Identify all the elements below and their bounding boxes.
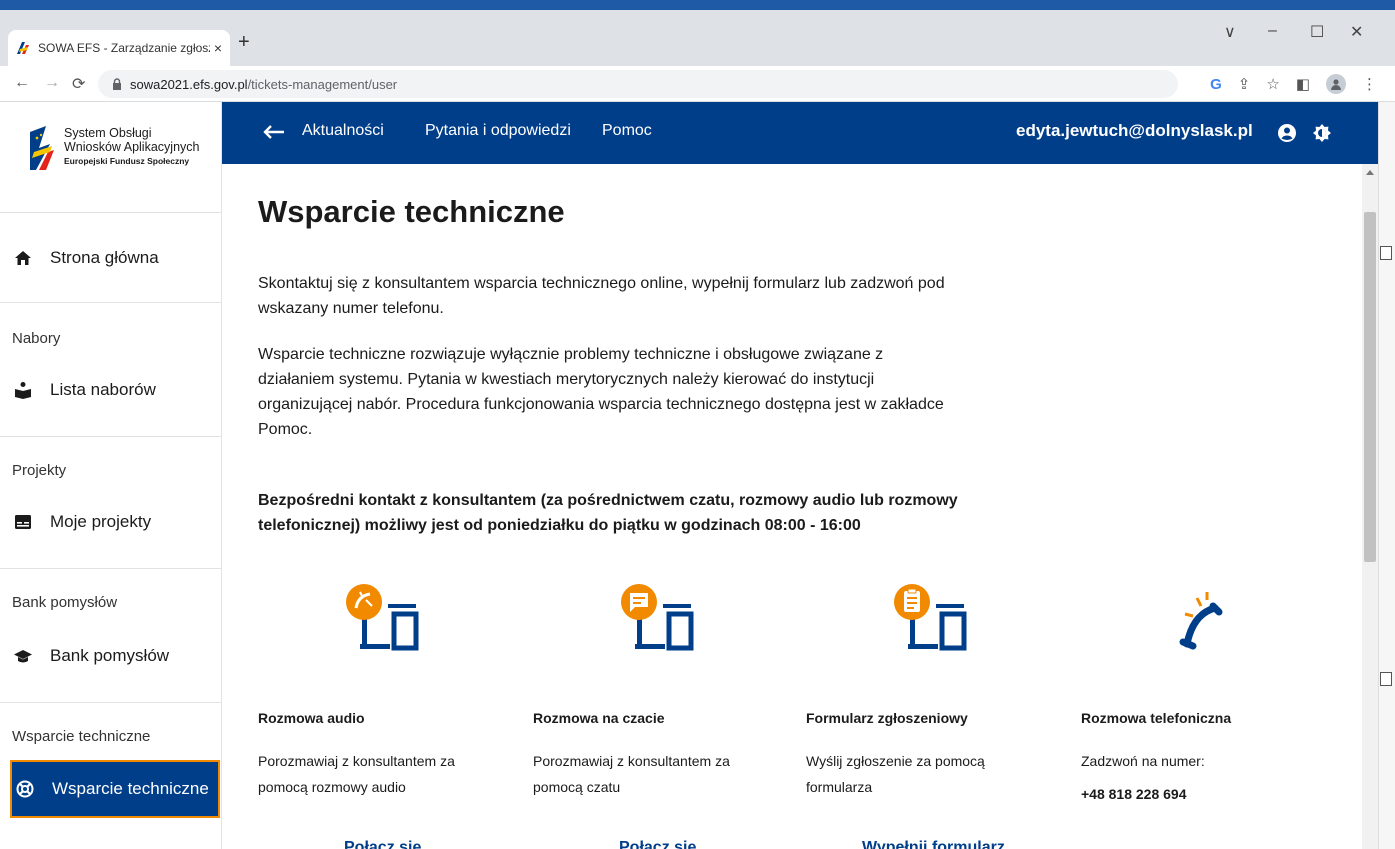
audio-connect-link[interactable]: Połącz się	[344, 839, 421, 849]
user-account-icon[interactable]	[1277, 123, 1297, 143]
scroll-up-icon[interactable]	[1366, 170, 1374, 175]
header-link-faq[interactable]: Pytania i odpowiedzi	[425, 122, 571, 140]
projects-icon	[15, 515, 31, 529]
google-lens-icon[interactable]: G	[1210, 76, 1222, 93]
header-link-aktualnosci[interactable]: Aktualności	[302, 122, 384, 140]
minimize-icon[interactable]: –	[1268, 22, 1277, 40]
sidebar-item-bank-pomyslow[interactable]: Bank pomysłów	[10, 634, 220, 678]
site-favicon-icon	[16, 41, 30, 55]
sidebar-divider	[0, 212, 222, 213]
channel-description: Porozmawiaj z konsultantem za pomocą cza…	[533, 753, 730, 795]
channel-title: Rozmowa na czacie	[533, 710, 665, 726]
sidebar-item-label: Moje projekty	[50, 512, 152, 531]
url-host: sowa2021.efs.gov.pl	[130, 76, 248, 92]
channel-title: Rozmowa audio	[258, 710, 365, 726]
support-phone-number[interactable]: +48 818 228 694	[1081, 786, 1187, 802]
logo-text: System Obsługi Wniosków Aplikacyjnych Eu…	[64, 126, 199, 168]
back-icon[interactable]: ←	[14, 74, 30, 92]
hours-paragraph: Bezpośredni kontakt z konsultantem (za p…	[258, 492, 958, 534]
forward-icon[interactable]: →	[44, 74, 60, 92]
efs-logo-icon	[30, 126, 54, 170]
share-icon[interactable]: ⇪	[1238, 75, 1251, 93]
url-path: /tickets-management/user	[247, 76, 398, 92]
tab-search-icon[interactable]: ∨	[1224, 22, 1236, 42]
scroll-thumb[interactable]	[1364, 212, 1376, 562]
sidebar-item-home[interactable]: Strona główna	[10, 236, 220, 280]
channel-description: Wyślij zgłoszenie za pomocą formularza	[806, 753, 985, 795]
section-label-projekty: Projekty	[12, 462, 67, 479]
phone-icon	[1179, 592, 1223, 650]
edge-scroll-up-icon[interactable]	[1380, 246, 1392, 260]
sidebar-item-wsparcie-techniczne[interactable]: Wsparcie techniczne	[10, 760, 220, 818]
logo-line-3: Europejski Fundusz Społeczny	[64, 156, 190, 166]
page-scrollbar[interactable]	[1362, 164, 1378, 849]
browser-tab-bar: SOWA EFS - Zarządzanie zgłoszeniami × + …	[0, 10, 1395, 66]
section-label-wsparcie-techniczne: Wsparcie techniczne	[12, 728, 151, 745]
sidebar-divider	[0, 568, 222, 569]
sidebar-item-moje-projekty[interactable]: Moje projekty	[10, 500, 220, 544]
browser-extension-icons: G ⇪ ☆ ◧ ⋮	[1210, 74, 1377, 94]
tab-close-icon[interactable]: ×	[214, 40, 222, 56]
lifebuoy-icon	[16, 780, 34, 798]
header-link-pomoc[interactable]: Pomoc	[602, 122, 652, 140]
chat-icon	[621, 584, 694, 651]
sidebar-divider	[0, 436, 222, 437]
channel-description: Zadzwoń na numer:	[1081, 753, 1205, 769]
browser-menu-icon[interactable]: ⋮	[1362, 75, 1377, 93]
back-arrow-icon[interactable]	[262, 122, 286, 142]
bookmark-star-icon[interactable]: ☆	[1266, 75, 1279, 93]
calls-list-icon	[15, 382, 31, 399]
edge-scroll-down-icon[interactable]	[1380, 672, 1392, 686]
logo-line-2: Wniosków Aplikacyjnych	[64, 140, 200, 154]
section-label-bank-pomyslow: Bank pomysłów	[12, 594, 118, 611]
page-title: Wsparcie techniczne	[258, 194, 565, 229]
sidebar-item-label: Lista naborów	[50, 380, 156, 399]
profile-avatar-icon[interactable]	[1326, 74, 1346, 94]
window-top-strip	[0, 0, 1395, 10]
browser-tab-title: SOWA EFS - Zarządzanie zgłoszeniami	[38, 41, 210, 55]
form-clipboard-icon	[894, 584, 967, 651]
lock-icon	[113, 78, 121, 90]
main-content: Wsparcie techniczne Skontaktuj się z kon…	[222, 164, 1362, 849]
sidebar-divider	[0, 702, 222, 703]
sidebar-item-label: Bank pomysłów	[50, 646, 170, 665]
fill-form-link[interactable]: Wypełnij formularz	[862, 839, 1005, 849]
sidebar-item-lista-naborow[interactable]: Lista naborów	[10, 368, 220, 412]
graduation-cap-icon	[14, 650, 32, 663]
scope-paragraph: Wsparcie techniczne rozwiązuje wyłącznie…	[258, 346, 944, 438]
channel-description: Porozmawiaj z konsultantem za pomocą roz…	[258, 753, 455, 795]
contrast-icon[interactable]	[1312, 123, 1332, 143]
close-window-icon[interactable]: ✕	[1350, 22, 1363, 42]
audio-call-icon	[346, 584, 419, 651]
new-tab-button[interactable]: +	[238, 32, 250, 52]
browser-tab[interactable]: SOWA EFS - Zarządzanie zgłoszeniami ×	[8, 30, 230, 66]
sidebar-item-label: Wsparcie techniczne	[52, 779, 209, 798]
logo-line-1: System Obsługi	[64, 126, 152, 140]
side-panel-icon[interactable]: ◧	[1296, 75, 1310, 93]
maximize-icon[interactable]: ☐	[1310, 22, 1324, 42]
user-email[interactable]: edyta.jewtuch@dolnyslask.pl	[1016, 121, 1253, 141]
section-label-nabory: Nabory	[12, 330, 61, 347]
address-bar[interactable]: sowa2021.efs.gov.pl/tickets-management/u…	[98, 70, 1178, 98]
sidebar: System Obsługi Wniosków Aplikacyjnych Eu…	[0, 102, 222, 849]
reload-icon[interactable]: ⟳	[72, 74, 85, 94]
channel-title: Rozmowa telefoniczna	[1081, 710, 1232, 726]
sidebar-item-label: Strona główna	[50, 248, 159, 267]
chat-connect-link[interactable]: Połącz się	[619, 839, 696, 849]
window-edge-panel	[1378, 102, 1395, 849]
home-icon	[15, 251, 31, 265]
intro-paragraph: Skontaktuj się z konsultantem wsparcia t…	[258, 275, 945, 317]
app-header: Aktualności Pytania i odpowiedzi Pomoc e…	[222, 102, 1395, 164]
channel-title: Formularz zgłoszeniowy	[806, 710, 968, 726]
sidebar-divider	[0, 302, 222, 303]
browser-toolbar: ← → ⟳ sowa2021.efs.gov.pl/tickets-manage…	[0, 66, 1395, 102]
app-logo[interactable]: System Obsługi Wniosków Aplikacyjnych Eu…	[30, 126, 199, 170]
